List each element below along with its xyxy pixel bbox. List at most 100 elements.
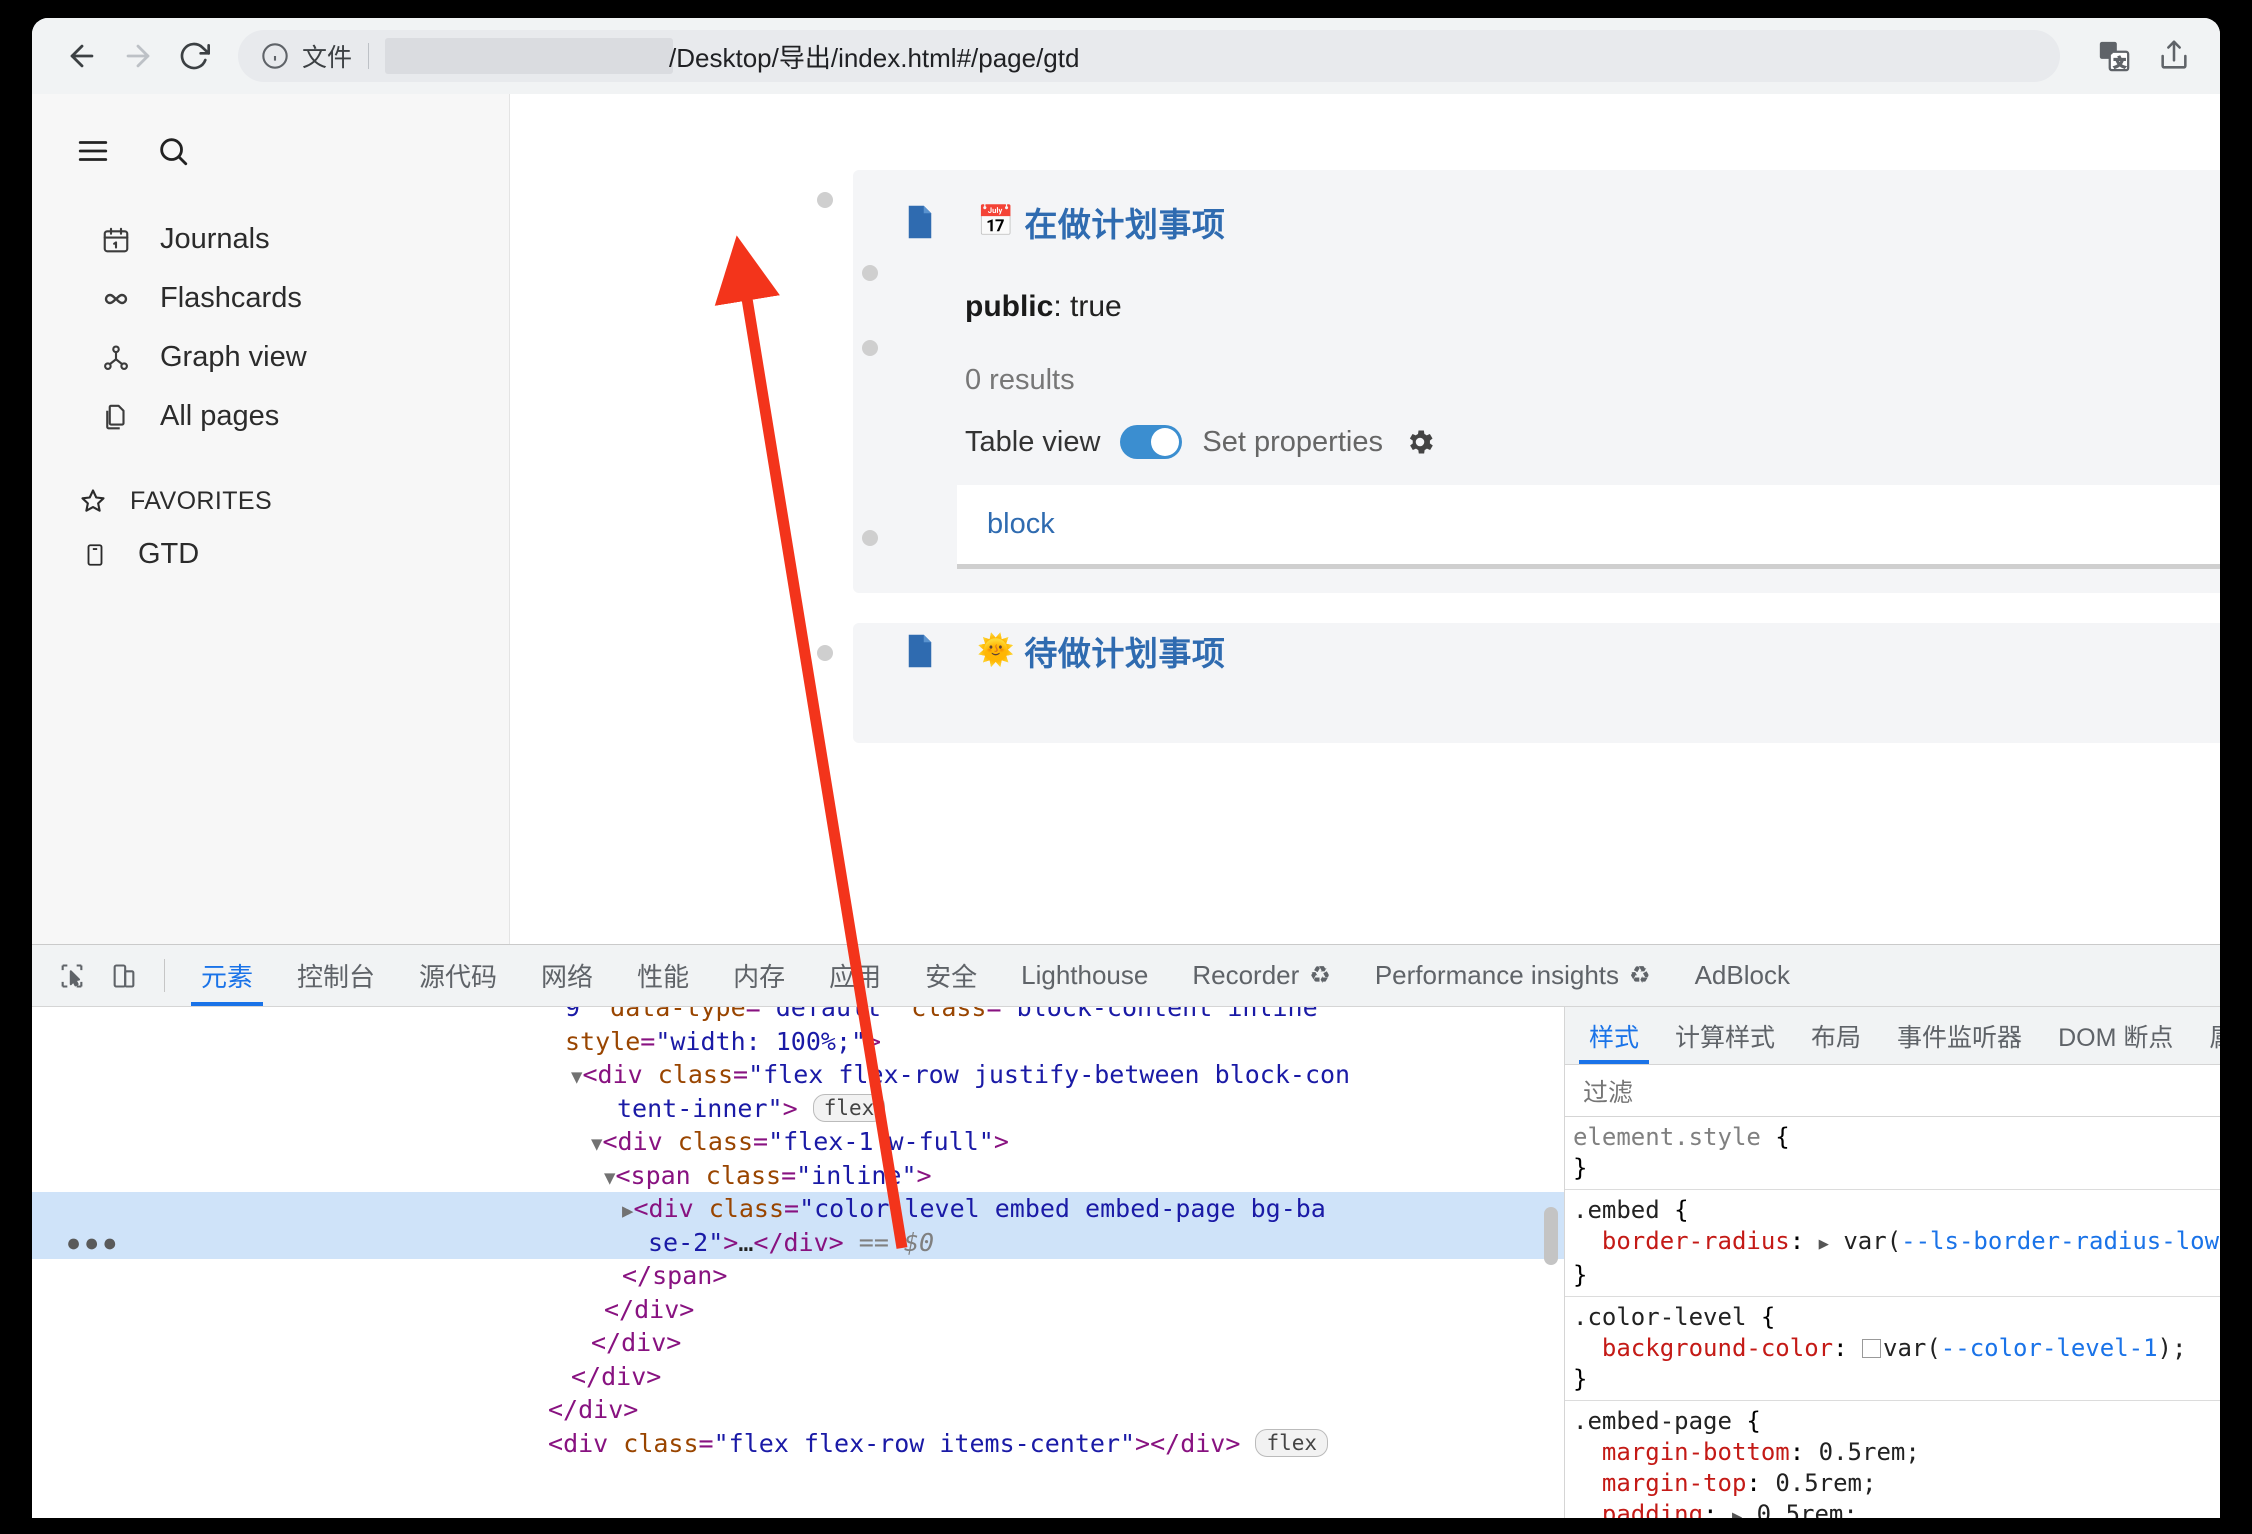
tab-label: Lighthouse bbox=[1021, 960, 1149, 990]
hamburger-menu-icon[interactable] bbox=[72, 130, 114, 172]
dom-tree-pane[interactable]: 9" data-type="default" class="block-cont… bbox=[32, 1007, 1565, 1518]
declaration-value[interactable]: var(--ls-border-radius-low) bbox=[1843, 1227, 2220, 1255]
dom-tree-line[interactable]: </div> bbox=[32, 1326, 1564, 1360]
back-arrow-icon[interactable] bbox=[54, 28, 110, 84]
dom-tree-line[interactable]: style="width: 100%;"> bbox=[32, 1025, 1564, 1059]
declaration-value[interactable]: 0.5rem; bbox=[1819, 1438, 1920, 1466]
styles-tab-layout[interactable]: 布局 bbox=[1793, 1007, 1879, 1064]
translate-icon[interactable]: G 文 bbox=[2090, 32, 2138, 80]
inspect-cursor-icon[interactable] bbox=[46, 945, 98, 1006]
dom-tree-line[interactable]: ▼<span class="inline"> bbox=[32, 1159, 1564, 1193]
rule-selector[interactable]: .embed-page bbox=[1573, 1407, 1732, 1435]
rule-selector[interactable]: .embed bbox=[1573, 1196, 1660, 1224]
embed-page-title-row-2[interactable]: 🌞 待做计划事项 bbox=[853, 623, 2220, 679]
table-view-toggle[interactable] bbox=[1120, 425, 1183, 459]
embed-block-in-progress[interactable]: 📅 在做计划事项 public: true 0 results Table vi… bbox=[817, 170, 2220, 593]
style-rule[interactable]: .color-level { background-color: var(--c… bbox=[1565, 1297, 2220, 1401]
url-text: /Desktop/导出/index.html#/page/gtd bbox=[669, 42, 1080, 73]
share-icon[interactable] bbox=[2150, 32, 2198, 80]
devtools-tab-performance[interactable]: 性能 bbox=[615, 945, 711, 1006]
rule-selector[interactable]: .color-level bbox=[1573, 1303, 1746, 1331]
dom-tree-line[interactable]: ▶<div class="color-level embed embed-pag… bbox=[32, 1192, 1564, 1226]
embed-page-title-row[interactable]: 📅 在做计划事项 bbox=[853, 194, 2220, 250]
devtools-tab-performance-insights[interactable]: Performance insights ♻ bbox=[1353, 945, 1673, 1006]
device-toolbar-icon[interactable] bbox=[98, 945, 150, 1006]
declaration-name[interactable]: padding bbox=[1602, 1500, 1703, 1518]
embed-page-title-2[interactable]: 待做计划事项 bbox=[1024, 627, 1225, 675]
devtools-tab-sources[interactable]: 源代码 bbox=[397, 945, 519, 1006]
devtools-tab-security[interactable]: 安全 bbox=[903, 945, 999, 1006]
sidebar-item-graph-view[interactable]: Graph view bbox=[46, 328, 495, 387]
devtools-tab-network[interactable]: 网络 bbox=[519, 945, 615, 1006]
declaration-name[interactable]: background-color bbox=[1602, 1334, 1833, 1362]
row-overflow-dots[interactable]: ●●● bbox=[66, 1229, 120, 1258]
dom-tree-line[interactable]: </div> bbox=[32, 1393, 1564, 1427]
table-view-controls: Table view Set properties bbox=[853, 425, 2220, 459]
devtools-tab-memory[interactable]: 内存 bbox=[711, 945, 807, 1006]
styles-rules-list[interactable]: element.style { } .embed { border-radius:… bbox=[1565, 1117, 2220, 1518]
set-properties-label[interactable]: Set properties bbox=[1202, 426, 1383, 459]
gear-icon[interactable] bbox=[1403, 425, 1437, 459]
query-table[interactable]: block bbox=[957, 485, 2220, 569]
dom-tree-line[interactable]: ▼<div class="flex flex-row justify-betwe… bbox=[32, 1058, 1564, 1092]
styles-tab-computed[interactable]: 计算样式 bbox=[1657, 1007, 1793, 1064]
dom-tree-line[interactable]: ▼<div class="flex-1 w-full"> bbox=[32, 1125, 1564, 1159]
block-bullet[interactable] bbox=[862, 265, 878, 281]
style-rule[interactable]: .embed { border-radius: ▶ var(--ls-borde… bbox=[1565, 1190, 2220, 1297]
styles-pane: 样式 计算样式 布局 事件监听器 DOM 断点 属 过滤 element.sty… bbox=[1565, 1007, 2220, 1518]
table-column-header[interactable]: block bbox=[987, 508, 1055, 541]
declaration-name[interactable]: border-radius bbox=[1602, 1227, 1790, 1255]
sidebar-favorite-gtd[interactable]: GTD bbox=[32, 526, 509, 583]
declaration-value[interactable]: var(--color-level-1); bbox=[1883, 1334, 2186, 1362]
dom-tree-line[interactable]: <div class="flex flex-row items-center">… bbox=[32, 1427, 1564, 1461]
declaration-value[interactable]: 0.5rem; bbox=[1757, 1500, 1858, 1518]
sidebar-section-favorites[interactable]: FAVORITES bbox=[32, 470, 509, 526]
dom-tree-line[interactable]: se-2">…</div> == $0 bbox=[32, 1225, 1564, 1259]
style-rule[interactable]: .embed-page { margin-bottom: 0.5rem; mar… bbox=[1565, 1401, 2220, 1518]
styles-tab-styles[interactable]: 样式 bbox=[1571, 1007, 1657, 1064]
style-rule[interactable]: element.style { } bbox=[1565, 1117, 2220, 1190]
dom-scrollbar[interactable] bbox=[1544, 1207, 1558, 1265]
dom-tree-line[interactable]: </span> bbox=[32, 1259, 1564, 1293]
address-bar[interactable]: 文件 /Desktop/导出/index.html#/page/gtd bbox=[238, 30, 2060, 82]
devtools-tab-application[interactable]: 应用 bbox=[807, 945, 903, 1006]
block-bullet[interactable] bbox=[862, 340, 878, 356]
devtools-tab-console[interactable]: 控制台 bbox=[275, 945, 397, 1006]
flask-icon: ♻ bbox=[1309, 962, 1331, 989]
sidebar-item-journals[interactable]: Journals bbox=[46, 210, 495, 269]
embed-page-title[interactable]: 在做计划事项 bbox=[1024, 198, 1225, 246]
expand-triangle-icon[interactable]: ▶ bbox=[1732, 1507, 1742, 1518]
tab-label: Recorder bbox=[1192, 960, 1300, 990]
dom-tree-line[interactable]: 9" data-type="default" class="block-cont… bbox=[32, 1007, 1564, 1025]
dom-tree-line[interactable]: tent-inner"> flex bbox=[32, 1092, 1564, 1126]
info-circle-icon[interactable] bbox=[260, 41, 290, 71]
styles-filter-input[interactable]: 过滤 bbox=[1565, 1065, 2220, 1117]
styles-tab-properties[interactable]: 属 bbox=[2191, 1007, 2220, 1064]
dom-tree-line[interactable]: </div> bbox=[32, 1293, 1564, 1327]
expand-triangle-icon[interactable]: ▶ bbox=[1819, 1234, 1829, 1254]
block-bullet[interactable] bbox=[862, 530, 878, 546]
sidebar-item-all-pages[interactable]: All pages bbox=[46, 387, 495, 446]
devtools-tab-adblock[interactable]: AdBlock bbox=[1673, 945, 1812, 1006]
dom-tree-code[interactable]: 9" data-type="default" class="block-cont… bbox=[32, 1007, 1564, 1460]
declaration-name[interactable]: margin-top bbox=[1602, 1469, 1747, 1497]
devtools-tab-elements[interactable]: 元素 bbox=[179, 945, 275, 1006]
devtools-body: 9" data-type="default" class="block-cont… bbox=[32, 1007, 2220, 1518]
embed-block-todo[interactable]: 🌞 待做计划事项 bbox=[817, 623, 2220, 743]
search-icon[interactable] bbox=[152, 130, 194, 172]
dom-tree-line[interactable]: </div> bbox=[32, 1360, 1564, 1394]
rule-selector[interactable]: element.style bbox=[1573, 1123, 1761, 1151]
reload-icon[interactable] bbox=[166, 28, 222, 84]
styles-tab-event-listeners[interactable]: 事件监听器 bbox=[1879, 1007, 2040, 1064]
sidebar-item-flashcards[interactable]: Flashcards bbox=[46, 269, 495, 328]
declaration-value[interactable]: 0.5rem; bbox=[1775, 1469, 1876, 1497]
declaration-name[interactable]: margin-bottom bbox=[1602, 1438, 1790, 1466]
block-bullet[interactable] bbox=[817, 192, 833, 208]
block-bullet[interactable] bbox=[817, 645, 833, 661]
styles-tab-dom-breakpoints[interactable]: DOM 断点 bbox=[2040, 1007, 2191, 1064]
devtools-tab-lighthouse[interactable]: Lighthouse bbox=[999, 945, 1170, 1006]
styles-tabbar: 样式 计算样式 布局 事件监听器 DOM 断点 属 bbox=[1565, 1007, 2220, 1065]
devtools-tab-recorder[interactable]: Recorder ♻ bbox=[1170, 945, 1352, 1006]
forward-arrow-icon[interactable] bbox=[110, 28, 166, 84]
color-swatch[interactable] bbox=[1862, 1339, 1881, 1358]
